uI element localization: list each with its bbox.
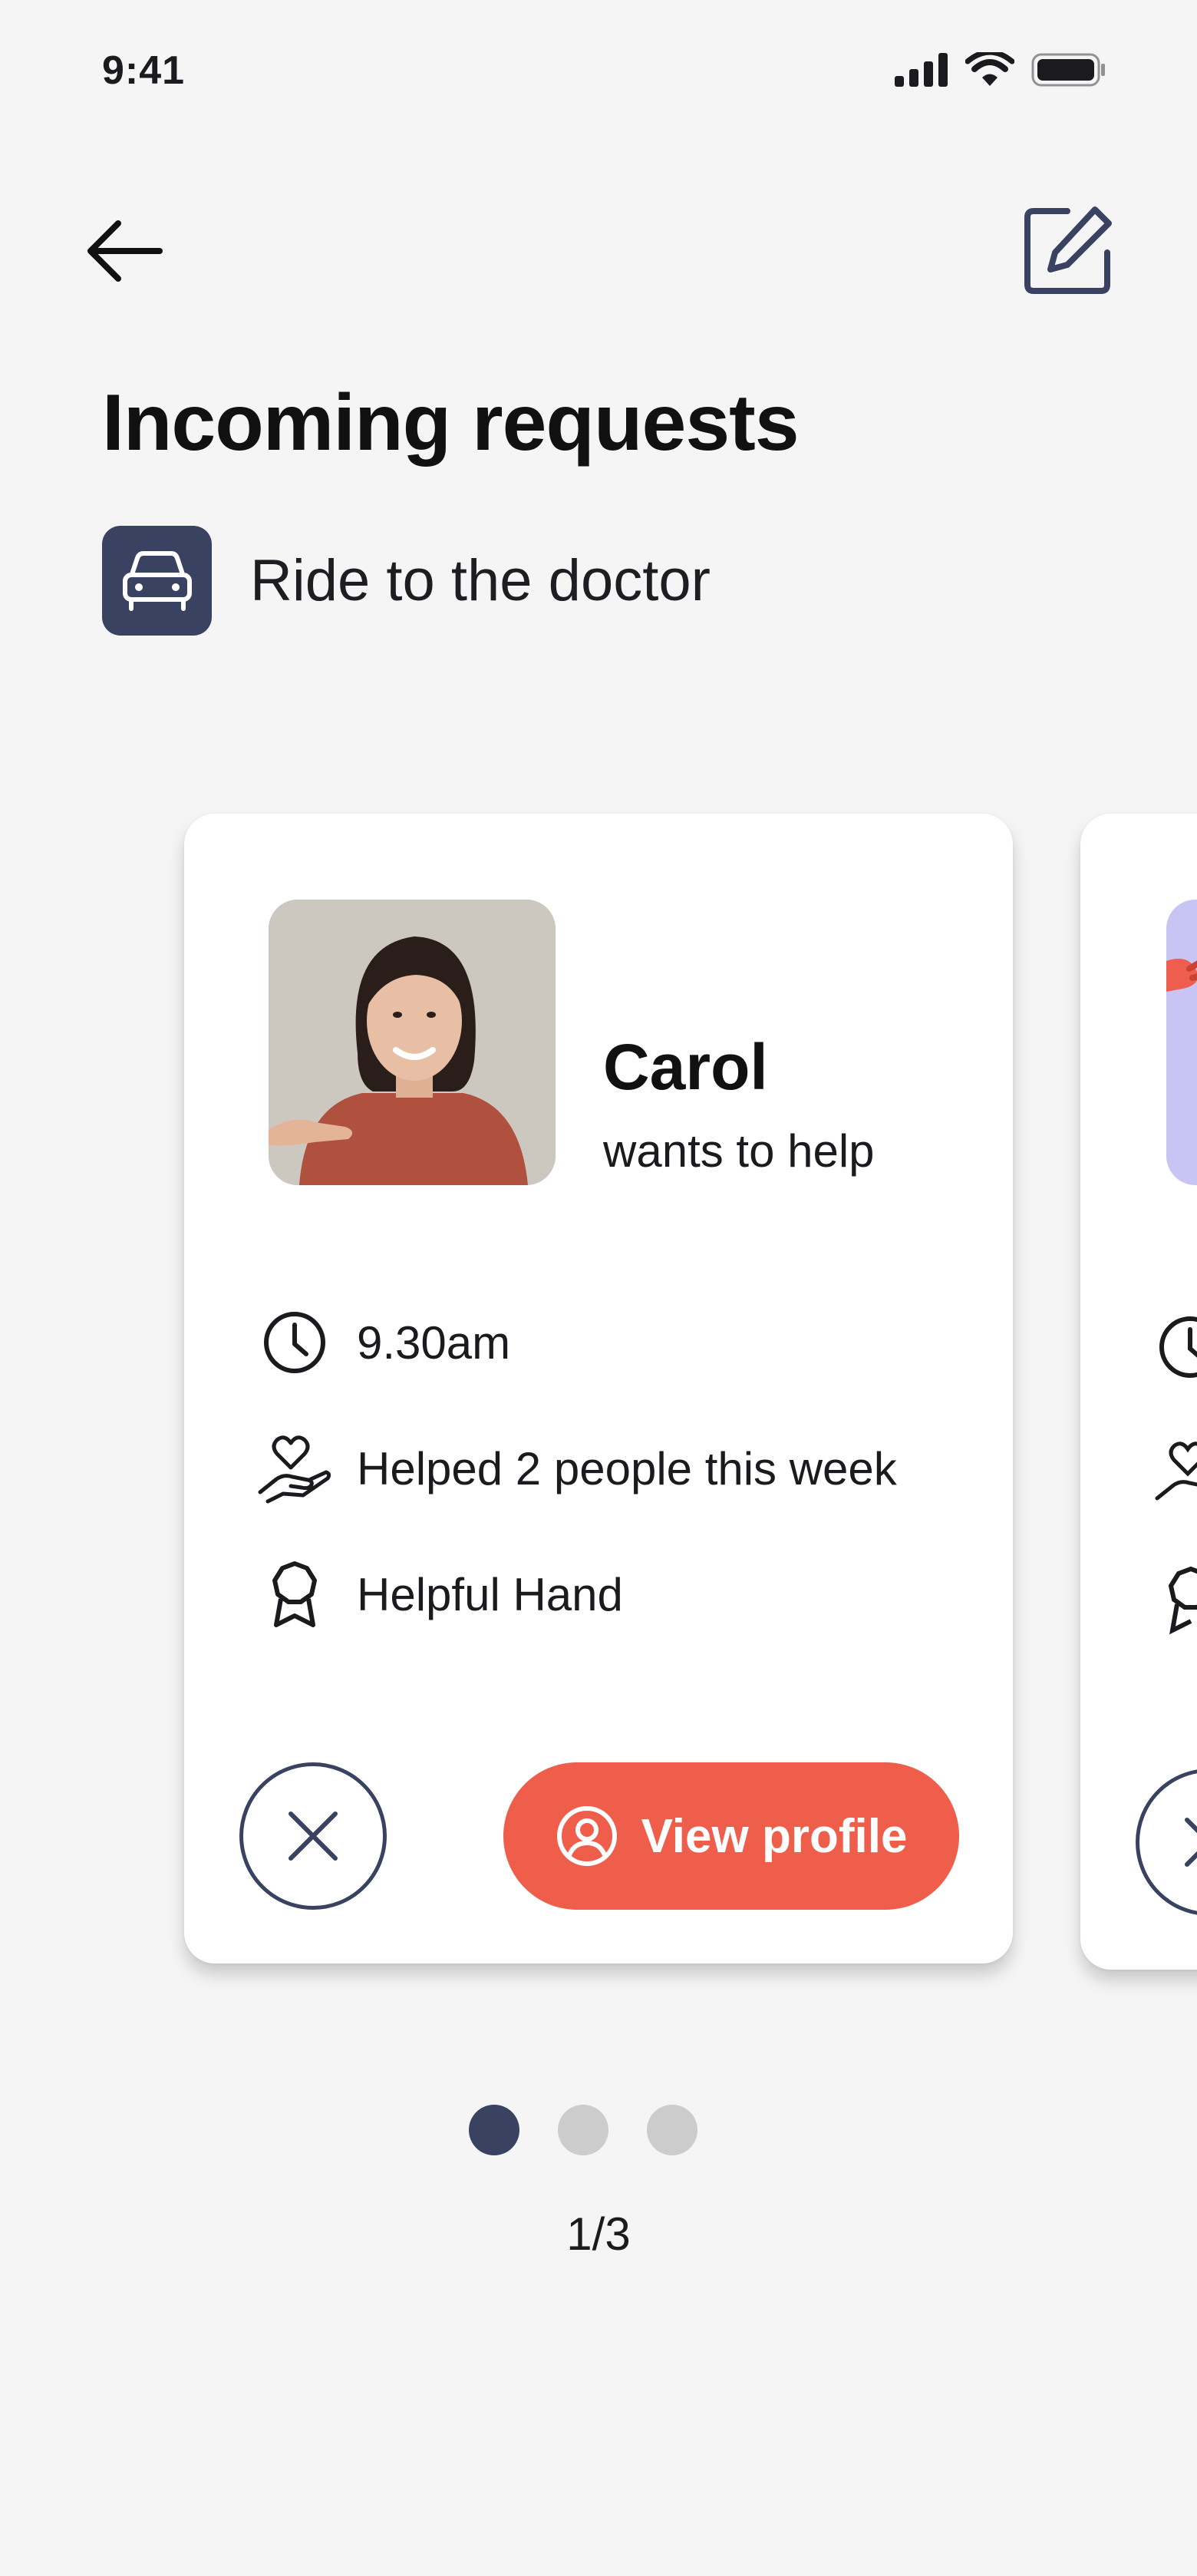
helper-photo xyxy=(1166,900,1197,1185)
detail-text: Helpful Hand xyxy=(357,1568,623,1620)
detail-text: Helped 2 people this week xyxy=(357,1442,897,1494)
award-icon xyxy=(1160,1564,1197,1639)
incoming-requests-screen: 9:41 Incoming requests Ride to the docto… xyxy=(0,0,1197,2576)
heart-hand-icon xyxy=(257,1431,332,1506)
award-icon xyxy=(257,1557,332,1632)
heart-hand-icon xyxy=(1154,1437,1197,1516)
wifi-icon xyxy=(965,52,1014,86)
page-dot-1[interactable] xyxy=(469,2105,519,2155)
next-helper-card[interactable] xyxy=(1080,814,1197,1970)
decline-button[interactable] xyxy=(1136,1769,1197,1916)
status-icons xyxy=(895,52,1106,88)
car-icon xyxy=(122,550,192,611)
page-dot-3[interactable] xyxy=(647,2105,697,2155)
clock-icon xyxy=(1157,1314,1197,1384)
helper-card: Carol wants to help 9.30am Helped 2 peop… xyxy=(184,814,1013,1963)
request-title: Ride to the doctor xyxy=(250,548,711,613)
request-category: Ride to the doctor xyxy=(102,526,711,636)
detail-badge: Helpful Hand xyxy=(257,1557,623,1632)
cellular-signal-icon xyxy=(895,53,948,87)
page-dot-2[interactable] xyxy=(558,2105,608,2155)
battery-icon xyxy=(1031,53,1105,87)
user-circle-icon xyxy=(556,1806,617,1866)
arrow-left-icon xyxy=(87,220,163,282)
clock-icon xyxy=(257,1305,332,1380)
category-badge xyxy=(102,526,212,636)
decline-button[interactable] xyxy=(239,1762,387,1910)
view-profile-label: View profile xyxy=(641,1809,908,1863)
close-icon xyxy=(289,1811,338,1861)
helper-photo xyxy=(269,900,556,1185)
close-icon xyxy=(1185,1818,1197,1867)
detail-helped: Helped 2 people this week xyxy=(257,1431,897,1506)
page-counter: 1/3 xyxy=(566,2208,631,2260)
detail-time: 9.30am xyxy=(257,1305,510,1380)
view-profile-button[interactable]: View profile xyxy=(503,1762,959,1910)
helper-subtitle: wants to help xyxy=(603,1125,875,1177)
status-time: 9:41 xyxy=(102,48,186,93)
detail-text: 9.30am xyxy=(357,1316,511,1369)
page-title: Incoming requests xyxy=(102,378,800,467)
edit-icon xyxy=(1024,206,1112,294)
helper-name: Carol xyxy=(603,1031,768,1103)
edit-button[interactable] xyxy=(1019,201,1117,299)
back-button[interactable] xyxy=(86,216,170,286)
pagination-dots xyxy=(469,2105,697,2155)
